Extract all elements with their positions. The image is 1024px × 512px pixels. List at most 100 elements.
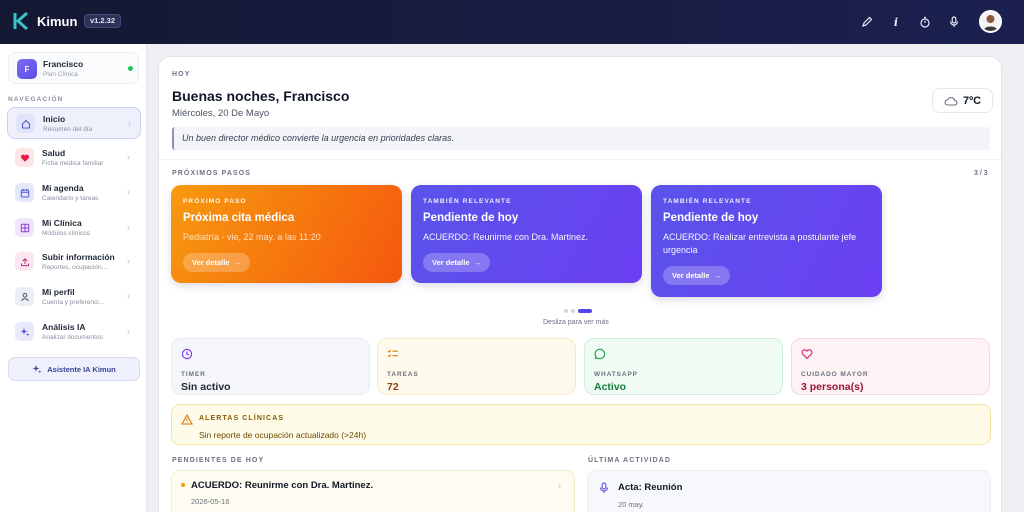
pending-today-label: PENDIENTES DE HOY bbox=[172, 457, 265, 464]
user-icon bbox=[15, 287, 34, 306]
current-date: Miércoles, 20 De Mayo bbox=[172, 108, 270, 119]
stat-label: TIMER bbox=[181, 371, 206, 378]
step-kicker: TAMBIÉN RELEVANTE bbox=[663, 198, 752, 205]
sidebar-item-salud[interactable]: Salud Ficha médica familiar › bbox=[7, 142, 141, 174]
arrow-right-icon: → bbox=[233, 258, 242, 267]
sidebar-item-label: Salud bbox=[42, 148, 66, 158]
sidebar-item-sub: Reportes, ocupación... bbox=[42, 264, 108, 271]
activity-item[interactable]: Acta: Reunión 20 may. bbox=[587, 470, 991, 512]
sidebar-item-sub: Módulos clínicos bbox=[42, 230, 91, 237]
grid-icon bbox=[15, 218, 34, 237]
version-badge: v1.2.32 bbox=[84, 14, 122, 28]
chevron-right-icon: › bbox=[127, 256, 130, 266]
top-bar: Kimun v1.2.32 i bbox=[0, 0, 1024, 44]
cloud-icon bbox=[944, 96, 958, 106]
greeting-title: Buenas noches, Francisco bbox=[172, 88, 350, 104]
avatar[interactable] bbox=[979, 10, 1002, 33]
view-detail-button[interactable]: Ver detalle → bbox=[423, 253, 491, 272]
swipe-hint: Desliza para ver más bbox=[543, 319, 609, 326]
microphone-icon[interactable] bbox=[945, 13, 963, 31]
chevron-right-icon: › bbox=[127, 326, 130, 336]
weather-temp: 7ºC bbox=[962, 94, 982, 107]
weather-badge: 7ºC bbox=[932, 88, 993, 113]
stat-value: Activo bbox=[594, 381, 627, 393]
sidebar-item-inicio[interactable]: Inicio Resumen del día › bbox=[7, 107, 141, 139]
step-title: Próxima cita médica bbox=[183, 212, 295, 224]
carousel-dot[interactable] bbox=[564, 309, 568, 313]
timer-icon[interactable] bbox=[916, 13, 934, 31]
stat-card-tasks[interactable]: TAREAS 72 bbox=[377, 338, 576, 395]
user-initial-badge: F bbox=[17, 59, 37, 79]
carousel-dots[interactable] bbox=[564, 309, 592, 313]
carousel-dot-active[interactable] bbox=[578, 309, 592, 313]
app-name: Kimun bbox=[37, 14, 78, 29]
online-status-dot bbox=[128, 66, 133, 71]
clinical-alerts-banner[interactable]: ALERTAS CLÍNICAS Sin reporte de ocupació… bbox=[171, 404, 991, 445]
pending-date: 2026-05-16 bbox=[191, 497, 230, 506]
step-title: Pendiente de hoy bbox=[663, 212, 759, 224]
pencil-icon[interactable] bbox=[858, 13, 876, 31]
activity-date: 20 may. bbox=[618, 500, 645, 509]
stat-label: TAREAS bbox=[387, 371, 419, 378]
sidebar: F Francisco Plan Clínica NAVEGACIÓN Inic… bbox=[0, 44, 147, 512]
activity-title: Acta: Reunión bbox=[618, 482, 683, 493]
sidebar-item-clinica[interactable]: Mi Clínica Módulos clínicos › bbox=[7, 212, 141, 244]
user-name: Francisco bbox=[43, 59, 84, 69]
carousel-dot[interactable] bbox=[571, 309, 575, 313]
alert-title: ALERTAS CLÍNICAS bbox=[199, 415, 285, 422]
next-steps-label: PRÓXIMOS PASOS bbox=[172, 170, 252, 177]
chevron-right-icon: › bbox=[127, 222, 130, 232]
sparkle-icon bbox=[15, 322, 34, 341]
home-icon bbox=[16, 114, 35, 133]
chevron-right-icon: › bbox=[127, 187, 130, 197]
sidebar-item-analisis[interactable]: Análisis IA Analizar documentos › bbox=[7, 316, 141, 348]
sidebar-item-sub: Resumen del día bbox=[43, 126, 93, 133]
microphone-icon bbox=[599, 482, 609, 493]
step-kicker: PRÓXIMO PASO bbox=[183, 198, 247, 205]
checklist-icon bbox=[387, 349, 398, 358]
heart-icon bbox=[15, 148, 34, 167]
stat-card-elder-care[interactable]: CUIDADO MAYOR 3 persona(s) bbox=[791, 338, 990, 395]
pending-item[interactable]: ACUERDO: Reunirme con Dra. Martinez. 202… bbox=[171, 470, 575, 512]
chevron-right-icon: › bbox=[128, 118, 131, 128]
chevron-right-icon: › bbox=[127, 152, 130, 162]
view-detail-label: Ver detalle bbox=[672, 271, 710, 280]
pending-title: ACUERDO: Reunirme con Dra. Martinez. bbox=[191, 480, 374, 491]
priority-dot bbox=[181, 483, 185, 487]
sidebar-item-label: Subir información bbox=[42, 252, 115, 262]
sidebar-item-subir[interactable]: Subir información Reportes, ocupación...… bbox=[7, 246, 141, 278]
ai-assistant-button[interactable]: Asistente IA Kimun bbox=[8, 357, 140, 381]
warning-icon bbox=[181, 414, 193, 425]
sidebar-item-sub: Analizar documentos bbox=[42, 334, 103, 341]
arrow-right-icon: → bbox=[473, 258, 482, 267]
arrow-right-icon: → bbox=[713, 271, 722, 280]
step-description: Pediatría - vie, 22 may. a las 11:20 bbox=[183, 232, 321, 242]
nav-section-title: NAVEGACIÓN bbox=[8, 96, 64, 103]
view-detail-button[interactable]: Ver detalle → bbox=[183, 253, 251, 272]
info-icon[interactable]: i bbox=[887, 13, 905, 31]
sidebar-item-perfil[interactable]: Mi perfil Cuenta y preferenci... › bbox=[7, 281, 141, 313]
sidebar-item-label: Mi Clínica bbox=[42, 218, 82, 228]
step-card-pending-2[interactable]: TAMBIÉN RELEVANTE Pendiente de hoy ACUER… bbox=[651, 185, 882, 297]
stat-value: 72 bbox=[387, 381, 399, 393]
main-panel: HOY Buenas noches, Francisco Miércoles, … bbox=[158, 56, 1002, 512]
view-detail-label: Ver detalle bbox=[432, 258, 470, 267]
view-detail-label: Ver detalle bbox=[192, 258, 230, 267]
heart-outline-icon bbox=[801, 349, 813, 360]
step-card-next-appointment[interactable]: PRÓXIMO PASO Próxima cita médica Pediatr… bbox=[171, 185, 402, 283]
stat-card-whatsapp[interactable]: WHATSAPP Activo bbox=[584, 338, 783, 395]
sidebar-item-label: Análisis IA bbox=[42, 322, 86, 332]
user-plan: Plan Clínica bbox=[43, 71, 78, 78]
divider bbox=[159, 159, 1001, 160]
step-card-pending-1[interactable]: TAMBIÉN RELEVANTE Pendiente de hoy ACUER… bbox=[411, 185, 642, 283]
chevron-right-icon: › bbox=[558, 481, 561, 491]
stat-card-timer[interactable]: TIMER Sin activo bbox=[171, 338, 370, 395]
stat-value: 3 persona(s) bbox=[801, 381, 864, 393]
sidebar-item-agenda[interactable]: Mi agenda Calendario y tareas › bbox=[7, 177, 141, 209]
sidebar-item-sub: Calendario y tareas bbox=[42, 195, 99, 202]
calendar-icon bbox=[15, 183, 34, 202]
last-activity-label: ÚLTIMA ACTIVIDAD bbox=[588, 457, 672, 464]
view-detail-button[interactable]: Ver detalle → bbox=[663, 266, 731, 285]
user-card[interactable]: F Francisco Plan Clínica bbox=[8, 52, 139, 84]
clock-icon bbox=[181, 348, 193, 360]
